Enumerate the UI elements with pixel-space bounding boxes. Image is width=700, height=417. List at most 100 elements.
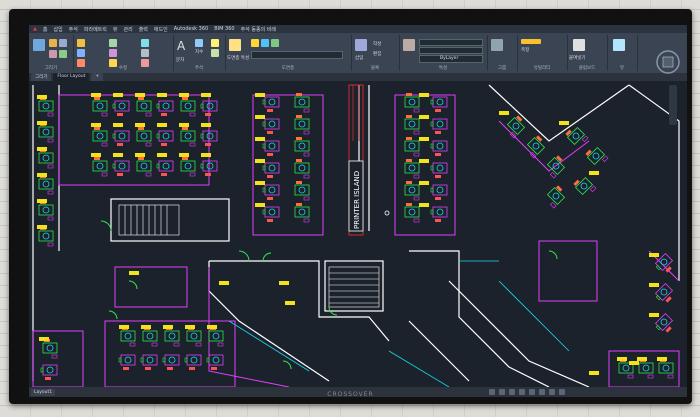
match-properties-icon[interactable] [403,39,415,51]
workstation-symbol [162,354,180,371]
layer-properties-icon[interactable] [229,39,241,51]
crosshair-cursor [384,210,390,216]
panel-clipboard: 붙여넣기 클립보드 [567,35,608,71]
drawing-canvas[interactable]: PRINTER ISLAND [29,81,687,387]
title-tab-home[interactable]: 홈 [43,26,48,33]
polyline-icon[interactable] [49,39,57,47]
lineweight-dropdown[interactable]: ByLayer [419,55,483,63]
insert-label[interactable]: 삽입 [355,55,363,61]
panel-block-title: 블록 [370,66,380,71]
text-button-label[interactable]: 문자 [176,57,184,63]
room-tag [119,325,129,329]
workstation-symbol [404,136,420,157]
room-tag [179,153,189,157]
title-tab-insert[interactable]: 삽입 [53,26,62,33]
navigation-bar[interactable] [669,85,677,125]
line-icon[interactable] [33,39,45,51]
workstation-symbol [294,158,310,179]
leader-icon[interactable] [211,39,219,47]
circle-icon[interactable] [59,39,67,47]
new-tab-button[interactable]: + [91,73,104,81]
title-tab-parametric[interactable]: 파라메트릭 [84,26,107,33]
measure-label[interactable]: 측정 [521,47,529,53]
linetype-dropdown[interactable] [419,47,483,54]
panel-view: 뷰 [607,35,638,71]
workstation-symbol [42,338,58,359]
layer-lock-icon[interactable] [271,39,279,47]
workstation-symbol [142,326,158,347]
scale-icon[interactable] [141,49,149,57]
room-tag [179,123,189,127]
layer-properties-label[interactable]: 도면층 특성 [227,55,249,61]
title-tab-output[interactable]: 출력 [139,26,148,33]
title-tab-view[interactable]: 뷰 [113,26,118,33]
room-tag [649,253,659,257]
layer-freeze-icon[interactable] [261,39,269,47]
move-icon[interactable] [77,39,85,47]
bylayer-value: ByLayer [440,56,459,61]
panel-view-title: 뷰 [619,66,625,71]
workstation-symbol [136,126,152,147]
panel-properties: ByLayer 특성 [399,35,488,71]
layer-bulb-icon[interactable] [251,39,259,47]
workstation-symbol [40,364,58,381]
room-tag [157,123,167,127]
title-bar: ▲ 홈 삽입 주석 파라메트릭 뷰 관리 출력 애드인 Autodesk 360… [29,25,687,33]
app-menu-icon[interactable]: ▲ [33,26,37,32]
title-tab-bim360[interactable]: BIM 360 [214,26,234,32]
tab-start[interactable]: 그리기 [31,73,52,81]
workstation-symbol [658,358,674,379]
room-tag [91,123,101,127]
room-tag [419,203,429,207]
rotate-icon[interactable] [77,49,85,57]
viewcube[interactable] [655,49,681,75]
workstation-symbol [136,96,152,117]
panel-groups-title: 그룹 [497,66,507,71]
copy-icon[interactable] [109,39,117,47]
layer-dropdown[interactable] [251,51,343,59]
room-tag [255,159,265,163]
text-a-icon[interactable]: A [177,39,185,53]
workstation-symbol [294,180,310,201]
mirror-icon[interactable] [109,49,117,57]
edit-label[interactable]: 편집 [373,51,381,57]
measure-icon[interactable] [521,39,541,44]
create-label[interactable]: 작성 [373,41,381,47]
title-tab-addins[interactable]: 애드인 [154,26,168,33]
workstation-symbol [430,184,448,201]
stretch-icon[interactable] [141,39,149,47]
group-icon[interactable] [491,39,503,51]
workstation-symbol [262,118,280,135]
room-tag [419,159,429,163]
room-tag [649,283,659,287]
paste-label[interactable]: 붙여넣기 [569,55,586,61]
arc-icon[interactable] [49,50,57,58]
panel-modify-title: 수정 [118,66,128,71]
panel-draw-title: 그리기 [44,66,58,71]
title-tab-annotation-scale[interactable]: 주석 동종의 비례 [241,26,276,33]
workstation-symbol [262,140,280,157]
room-tag [37,173,47,177]
workstation-symbol [186,326,202,347]
workstation-symbol [262,206,280,223]
table-icon[interactable] [211,49,219,57]
workstation-symbol [430,96,448,113]
paste-icon[interactable] [573,39,585,51]
view-icon[interactable] [613,39,625,51]
workstation-symbol [112,130,130,147]
insert-block-icon[interactable] [355,39,367,51]
autocad-screen: ▲ 홈 삽입 주석 파라메트릭 뷰 관리 출력 애드인 Autodesk 360… [29,25,687,397]
workstation-symbol [112,100,130,117]
color-dropdown[interactable] [419,39,483,46]
title-tab-manage[interactable]: 관리 [124,26,133,33]
dimension-label[interactable]: 치수 [195,49,203,55]
rectangle-icon[interactable] [59,50,67,58]
panel-annotation: A 문자 치수 주석 [173,35,226,71]
dimension-icon[interactable] [195,39,203,47]
workstation-symbol [543,184,568,209]
room-tag [219,281,229,285]
tab-floor-layout[interactable]: Floor Layout [53,73,90,81]
workstation-symbol [92,156,108,177]
title-tab-annotate[interactable]: 주석 [69,26,78,33]
workstation-symbol [430,206,448,223]
